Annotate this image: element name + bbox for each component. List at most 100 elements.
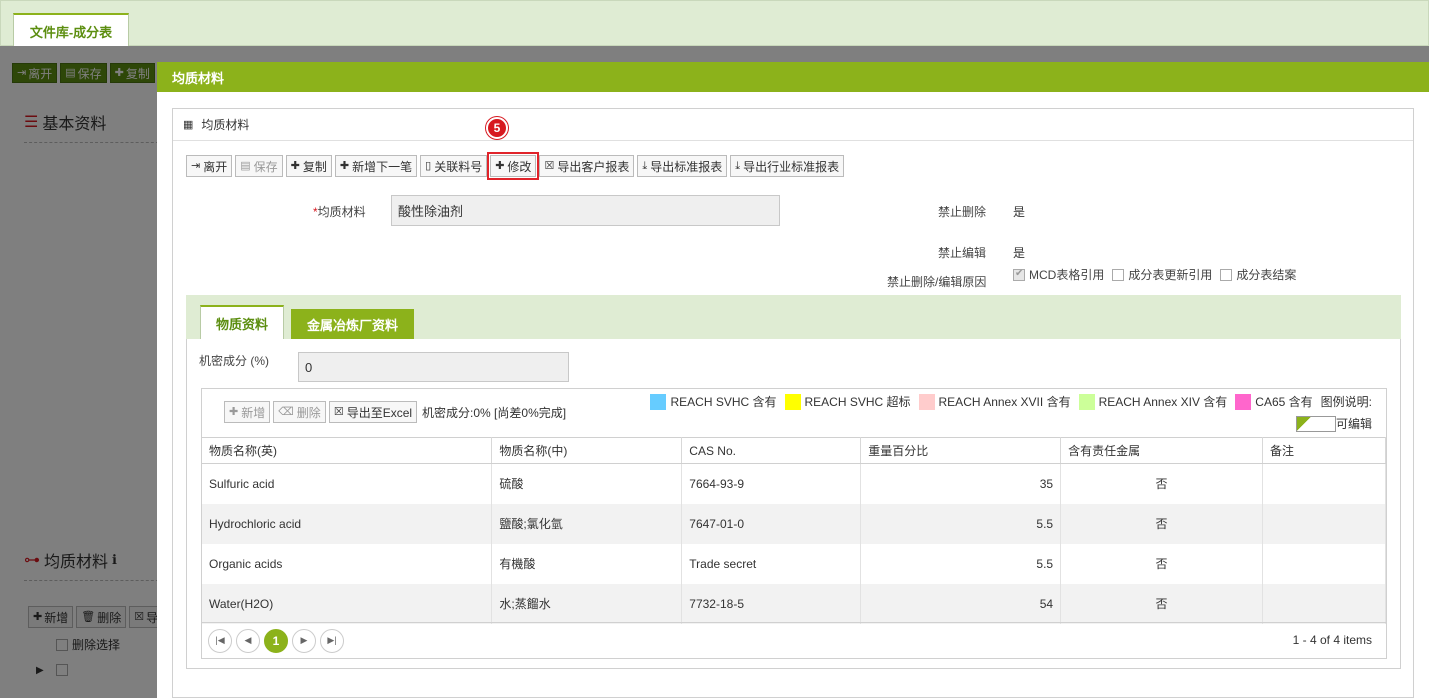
completion-status: 机密成分:0% [尚差0%完成] (422, 405, 567, 420)
legend-item: REACH Annex XVII 含有 (918, 393, 1071, 410)
cell-metal: 否 (1060, 583, 1264, 624)
table-row[interactable]: Sulfuric acid 硫酸 7664-93-9 35 否 (202, 463, 1386, 504)
plus-icon: ✚ (290, 159, 300, 172)
first-page-icon[interactable]: |◀ (208, 628, 232, 653)
cell-cas: Trade secret (681, 543, 862, 584)
exit-icon: ⇥ (191, 159, 201, 172)
material-field[interactable]: 酸性除油剂 (391, 195, 780, 226)
edit-button[interactable]: ✚ 修改 (487, 152, 540, 180)
cell-name-zh: 有機酸 (491, 543, 683, 584)
grid-toolbar: ✚ 新增 ⌫ 删除 ☒ 导出至Excel 机密成分:0% [尚差0%完成] (224, 401, 566, 423)
legend-item: REACH Annex XIV 含有 (1078, 393, 1227, 410)
cell-weight: 5.5 (860, 543, 1062, 584)
cell-weight: 5.5 (860, 503, 1062, 544)
export-excel-button[interactable]: ☒ 导出至Excel (328, 401, 418, 423)
prev-page-icon[interactable]: ◀ (236, 628, 260, 653)
trash-icon: ⌫ (278, 405, 294, 418)
column-header[interactable]: 物质名称(英) (202, 437, 493, 464)
legend-item: REACH SVHC 超标 (784, 393, 911, 410)
link-part-button[interactable]: ▯ 关联料号 (420, 155, 488, 177)
cell-name-zh: 水;蒸餾水 (491, 583, 683, 624)
plus-icon: ✚ (495, 159, 505, 172)
column-header[interactable]: 含有责任金属 (1060, 437, 1264, 464)
cell-note (1262, 583, 1386, 624)
material-toolbar: ⇥ 离开 ▤ 保存 ✚ 复制 ✚ 新增下一笔 ▯ 关联料号 ✚ 修改 ☒ 导出客户报表 ⤓ 导出… (186, 152, 845, 180)
forbid-edit-label: 禁止编辑 (938, 246, 987, 260)
tab-substance-info[interactable]: 物质资料 (200, 305, 284, 339)
next-page-icon[interactable]: ▶ (292, 628, 316, 653)
legend-swatch (784, 393, 801, 410)
confidential-label: 机密成分 (%) (199, 354, 269, 368)
grid-icon: ▦ (183, 119, 194, 131)
legend-swatch (918, 393, 935, 410)
table-row[interactable]: Water(H2O) 水;蒸餾水 7732-18-5 54 否 (202, 583, 1386, 624)
cell-weight: 35 (860, 463, 1062, 504)
legend-editable: 可编辑 (1295, 415, 1372, 432)
cell-note (1262, 543, 1386, 584)
cell-cas: 7732-18-5 (681, 583, 862, 624)
forbid-delete-label: 禁止删除 (938, 205, 987, 219)
excel-icon: ☒ (544, 159, 555, 172)
save-icon: ▤ (240, 159, 251, 172)
table-row[interactable]: Hydrochloric acid 鹽酸;氯化氫 7647-01-0 5.5 否 (202, 503, 1386, 544)
cell-name-en: Water(H2O) (202, 583, 493, 624)
page-number-current[interactable]: 1 (264, 628, 288, 653)
tab-smelter-info[interactable]: 金属冶炼厂资料 (291, 309, 414, 339)
panel-header: ▦ 均质材料 (173, 109, 1413, 141)
cell-metal: 否 (1060, 543, 1264, 584)
legend-swatch (1078, 393, 1095, 410)
leave-button[interactable]: ⇥ 离开 (186, 155, 233, 177)
copy-button[interactable]: ✚ 复制 (285, 155, 332, 177)
table-row[interactable]: Organic acids 有機酸 Trade secret 5.5 否 (202, 543, 1386, 584)
substance-table: 物质名称(英) 物质名称(中) CAS No. 重量百分比 含有责任金属 备注 … (202, 437, 1386, 624)
export-customer-report-button[interactable]: ☒ 导出客户报表 (539, 155, 635, 177)
cell-name-zh: 硫酸 (491, 463, 683, 504)
table-header-row: 物质名称(英) 物质名称(中) CAS No. 重量百分比 含有责任金属 备注 (202, 437, 1386, 464)
mcd-reference-checkbox[interactable] (1013, 268, 1025, 281)
add-substance-button[interactable]: ✚ 新增 (224, 401, 271, 423)
legend-swatch (1235, 393, 1252, 410)
reason-options: MCD表格引用 成分表更新引用 成分表结案 (1013, 266, 1296, 283)
material-panel: ▦ 均质材料 5 ⇥ 离开 ▤ 保存 ✚ 复制 ✚ 新增下一笔 ▯ 关联料号 ✚ 修改 ☒ 导… (172, 108, 1414, 698)
column-header[interactable]: CAS No. (681, 437, 862, 464)
confidential-field[interactable]: 0 (298, 352, 569, 382)
legend-item: REACH SVHC 含有 (650, 393, 777, 410)
delete-substance-button[interactable]: ⌫ 删除 (273, 401, 326, 423)
substance-grid: ✚ 新增 ⌫ 删除 ☒ 导出至Excel 机密成分:0% [尚差0%完成] REACH… (201, 388, 1387, 659)
cell-weight: 54 (860, 583, 1062, 624)
cell-name-zh: 鹽酸;氯化氫 (491, 503, 683, 544)
plus-icon: ✚ (229, 405, 239, 418)
substance-tab-body: 机密成分 (%) 0 ✚ 新增 ⌫ 删除 ☒ 导出至Excel 机密成分:0% [尚差… (186, 339, 1401, 669)
step-badge: 5 (486, 117, 508, 139)
document-icon: ▯ (425, 159, 432, 172)
pager-info: 1 - 4 of 4 items (1292, 633, 1372, 647)
cell-note (1262, 503, 1386, 544)
cell-name-en: Hydrochloric acid (202, 503, 493, 544)
pager: |◀ ◀ 1 ▶ ▶| 1 - 4 of 4 items (202, 622, 1386, 658)
bom-update-checkbox[interactable] (1112, 268, 1125, 281)
plus-icon: ✚ (339, 159, 350, 172)
download-icon: ⤓ (735, 159, 741, 172)
material-label: *均质材料 (313, 205, 366, 219)
bom-closed-checkbox[interactable] (1220, 268, 1233, 281)
add-next-button[interactable]: ✚ 新增下一笔 (334, 155, 418, 177)
editable-swatch (1295, 415, 1336, 432)
tab-file-library-bom[interactable]: 文件库-成分表 (13, 13, 129, 47)
excel-icon: ☒ (333, 405, 344, 418)
material-modal: 均质材料 ▦ 均质材料 5 ⇥ 离开 ▤ 保存 ✚ 复制 ✚ 新增下一笔 ▯ 关联料号 ✚… (157, 62, 1429, 698)
legend-swatch (650, 393, 667, 410)
legend-item: CA65 含有 (1235, 393, 1313, 410)
legend: REACH SVHC 含有 REACH SVHC 超标 REACH Annex … (650, 393, 1372, 410)
column-header[interactable]: 物质名称(中) (491, 437, 683, 464)
export-industry-report-button[interactable]: ⤓ 导出行业标准报表 (730, 155, 845, 177)
last-page-icon[interactable]: ▶| (320, 628, 344, 653)
legend-title: 图例说明: (1320, 395, 1372, 409)
modal-title: 均质材料 (157, 62, 1429, 92)
download-icon: ⤓ (642, 159, 648, 172)
cell-metal: 否 (1060, 503, 1264, 544)
save-button[interactable]: ▤ 保存 (235, 155, 283, 177)
column-header[interactable]: 重量百分比 (860, 437, 1062, 464)
export-standard-report-button[interactable]: ⤓ 导出标准报表 (637, 155, 728, 177)
cell-name-en: Sulfuric acid (202, 463, 493, 504)
column-header[interactable]: 备注 (1262, 437, 1386, 464)
